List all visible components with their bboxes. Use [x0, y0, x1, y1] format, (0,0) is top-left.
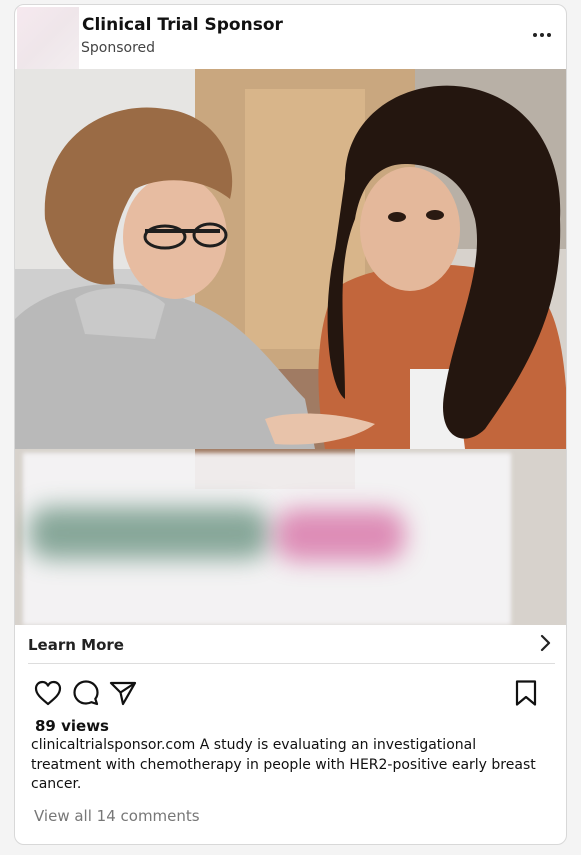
heart-icon[interactable]: [33, 678, 63, 708]
views-count: 89 views: [35, 717, 109, 735]
post-caption: clinicaltrialsponsor.com A study is eval…: [31, 737, 536, 792]
sponsored-label: Sponsored: [81, 40, 156, 56]
redacted-logo-text: [29, 507, 269, 559]
avatar[interactable]: [17, 7, 79, 71]
brand-name[interactable]: Clinical Trial Sponsor: [82, 15, 283, 35]
post-image[interactable]: [15, 69, 566, 625]
divider: [28, 663, 555, 664]
bookmark-icon[interactable]: [511, 678, 541, 708]
comment-icon[interactable]: [71, 678, 101, 708]
redacted-logo-accent: [275, 509, 405, 561]
more-options-icon[interactable]: [527, 27, 557, 43]
send-icon[interactable]: [108, 678, 138, 708]
view-comments-link[interactable]: View all 14 comments: [34, 807, 200, 825]
learn-more-button[interactable]: Learn More: [15, 625, 566, 665]
chevron-right-icon: [540, 634, 551, 652]
sponsored-post-card: Clinical Trial Sponsor Sponsored Learn M…: [14, 4, 567, 845]
learn-more-label: Learn More: [28, 636, 124, 654]
